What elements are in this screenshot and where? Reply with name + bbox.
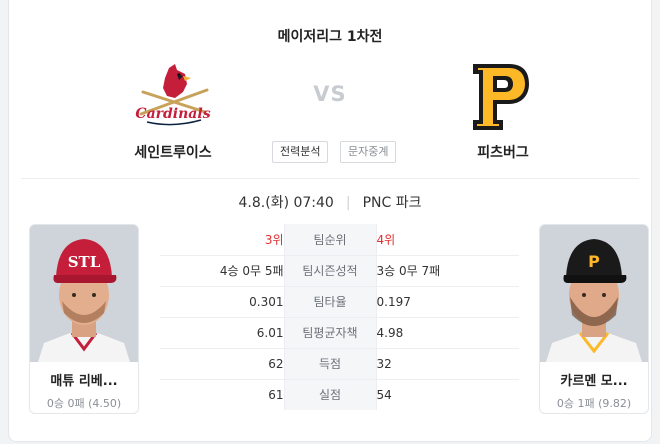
home-team-name[interactable]: 세인트루이스	[103, 142, 243, 162]
stats-row: 3위 팀순위 4위	[160, 224, 519, 256]
info-separator: |	[345, 195, 351, 211]
cardinals-logo-text: Cardinals	[135, 106, 210, 122]
match-card: 메이저리그 1차전 Cardinals VS 세인트루이스 피츠버그 전력분석 …	[8, 0, 652, 442]
stats-table: 3위 팀순위 4위 4승 0무 5패 팀시즌성적 3승 0무 7패 0.301 팀타율 0.19…	[160, 224, 519, 410]
stat-label: 팀평균자책	[283, 317, 377, 349]
match-info: 4.8.(화) 07:40 | PNC 파크	[9, 192, 651, 212]
away-stat-value: 4.98	[376, 317, 519, 349]
away-pitcher-record: 0승 1패 (9.82)	[556, 397, 632, 410]
away-pitcher-card[interactable]: P 카르멘 모... 0승 1패 (9.82)	[539, 224, 649, 414]
home-pitcher-name: 매튜 리베...	[50, 374, 118, 389]
home-stat-value: 61	[268, 387, 284, 402]
home-stat-value: 62	[160, 348, 284, 380]
stat-label: 팀타율	[283, 286, 377, 318]
home-stat-value: 3위	[160, 224, 284, 256]
away-stat-value: 3승 0무 7패	[376, 255, 519, 287]
home-stat-value: 6.01	[160, 317, 284, 349]
home-stat-value: 0.301	[160, 286, 284, 318]
home-cap-logo: STL	[68, 253, 101, 271]
vs-label: VS	[313, 82, 347, 106]
league-title: 메이저리그 1차전	[277, 29, 383, 45]
text-broadcast-button[interactable]: 문자중계	[340, 141, 397, 163]
analysis-button[interactable]: 전력분석	[272, 141, 329, 163]
stadium-name: PNC 파크	[362, 195, 422, 211]
home-stat-value: 4승 0무 5패	[160, 255, 284, 287]
away-cap-logo: P	[588, 252, 600, 271]
stats-row: 61 실점 54	[160, 379, 519, 410]
match-datetime: 4.8.(화) 07:40	[238, 195, 334, 211]
away-stat-value: 54	[376, 387, 392, 402]
section-divider	[21, 178, 639, 179]
away-stat-value: 0.197	[376, 286, 519, 318]
away-pitcher-photo: P	[540, 225, 648, 362]
away-stat-value: 4위	[376, 224, 519, 256]
away-stat-value: 32	[376, 348, 519, 380]
stats-row: 62 득점 32	[160, 348, 519, 380]
stats-row: 6.01 팀평균자책 4.98	[160, 317, 519, 349]
home-pitcher-photo: STL	[30, 225, 138, 362]
stats-row: 0.301 팀타율 0.197	[160, 286, 519, 318]
home-pitcher-record: 0승 0패 (4.50)	[46, 397, 122, 410]
away-pitcher-name: 카르멘 모...	[560, 374, 628, 389]
stat-label: 팀순위	[283, 224, 377, 256]
away-team-name[interactable]: 피츠버그	[433, 142, 573, 162]
stat-label: 실점	[283, 379, 377, 410]
stat-label: 팀시즌성적	[283, 255, 377, 287]
pirates-logo[interactable]	[469, 60, 531, 134]
home-pitcher-card[interactable]: STL 매튜 리베... 0승 0패 (4.50)	[29, 224, 139, 414]
stat-label: 득점	[283, 348, 377, 380]
stats-row: 4승 0무 5패 팀시즌성적 3승 0무 7패	[160, 255, 519, 287]
